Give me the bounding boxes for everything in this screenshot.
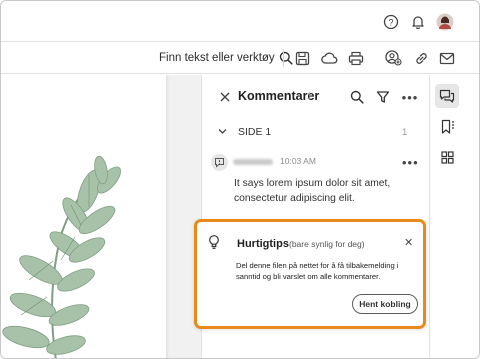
more-options-icon[interactable]: ••• [401, 88, 419, 106]
quick-tip-title: Hurtigtips [237, 238, 289, 250]
right-rail [429, 75, 479, 358]
document-page[interactable] [1, 75, 166, 358]
toolbar-divider [283, 49, 284, 67]
email-icon[interactable] [438, 50, 456, 66]
close-icon[interactable] [216, 88, 234, 106]
quick-tip-close-icon[interactable]: ✕ [404, 236, 413, 249]
quick-tip-card: Hurtigtips (bare synlig for deg) ✕ Del d… [194, 219, 426, 329]
print-icon[interactable] [347, 50, 365, 66]
comment-time: 10:03 AM [280, 156, 316, 166]
comment-more-icon[interactable]: ••• [402, 155, 419, 170]
comment-text: It says lorem ipsum dolor sit amet, cons… [234, 178, 391, 204]
search-icon[interactable] [348, 88, 366, 106]
save-icon[interactable] [293, 50, 311, 66]
document-viewport[interactable] [1, 75, 201, 358]
chevron-down-icon [218, 129, 227, 134]
top-bar: ? [1, 1, 479, 42]
comments-panel-header: Kommentarer 1 ••• [202, 75, 430, 119]
comment-author-redacted [233, 159, 273, 165]
lightbulb-icon [209, 235, 219, 249]
quick-tip-subtitle: (bare synlig for deg) [289, 239, 365, 249]
quick-tip-body: Del denne filen på nettet for å få tilba… [236, 261, 399, 281]
link-icon[interactable] [412, 50, 430, 66]
tool-bar: Finn tekst eller verktøy [1, 42, 479, 74]
svg-text:?: ? [388, 17, 393, 27]
search-icon [279, 51, 293, 65]
section-label: SIDE 1 [238, 126, 272, 138]
user-avatar[interactable] [435, 12, 455, 32]
cloud-upload-icon[interactable] [320, 50, 338, 66]
comment-type-icon [211, 154, 228, 171]
find-text-or-tool[interactable]: Finn tekst eller verktøy [159, 49, 293, 67]
bookmark-icon[interactable] [435, 115, 459, 139]
app-window: ? Finn tekst eller verktøy Kommentarer 1… [0, 0, 480, 359]
leaf-illustration [2, 155, 121, 358]
thumbnails-icon[interactable] [435, 145, 459, 169]
comments-count: 1 [307, 91, 313, 101]
filter-icon[interactable] [374, 88, 392, 106]
section-count: 1 [402, 127, 408, 138]
comments-icon[interactable] [435, 84, 459, 108]
comment-item[interactable]: 10:03 AM ••• It says lorem ipsum dolor s… [202, 149, 430, 219]
find-label: Finn tekst eller verktøy [159, 52, 275, 64]
notification-bell-icon[interactable] [409, 13, 427, 31]
get-link-button[interactable]: Hent kobling [352, 294, 418, 314]
help-icon[interactable]: ? [382, 13, 400, 31]
page-section[interactable]: SIDE 1 1 [202, 119, 430, 145]
share-user-icon[interactable] [384, 50, 402, 66]
